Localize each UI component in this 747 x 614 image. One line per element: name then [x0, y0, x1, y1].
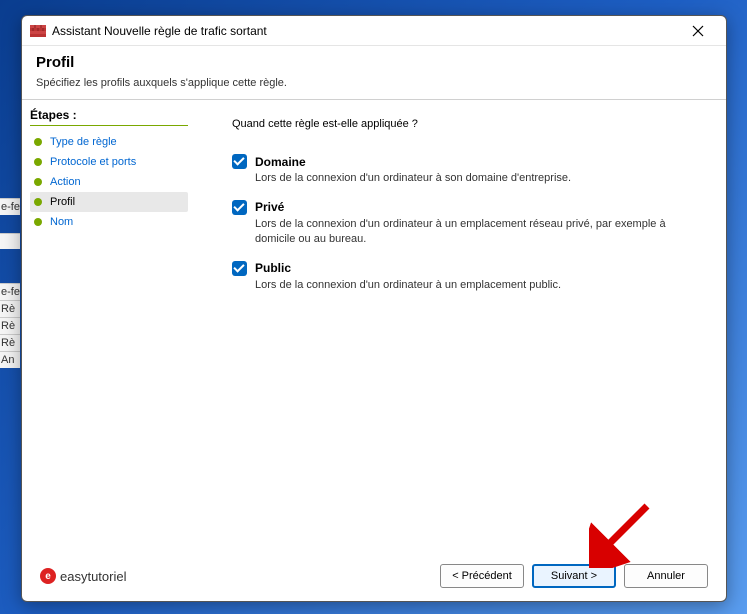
- bg-fragment: [0, 233, 20, 249]
- profile-option-public: Public Lors de la connexion d'un ordinat…: [232, 261, 702, 293]
- footer-bar: e easytutoriel < Précédent Suivant > Ann…: [22, 551, 726, 601]
- page-description: Spécifiez les profils auxquels s'appliqu…: [36, 77, 712, 89]
- step-name[interactable]: Nom: [30, 212, 188, 232]
- close-icon: [692, 25, 704, 37]
- next-button[interactable]: Suivant >: [532, 564, 616, 588]
- logo-text: easytutoriel: [60, 569, 126, 584]
- window-title: Assistant Nouvelle règle de trafic sorta…: [52, 24, 678, 38]
- checkbox-label: Public: [255, 261, 291, 275]
- checkbox-public[interactable]: [232, 261, 247, 276]
- bg-fragment: Rè: [0, 334, 20, 351]
- checkbox-hint: Lors de la connexion d'un ordinateur à u…: [255, 278, 702, 293]
- titlebar: Assistant Nouvelle règle de trafic sorta…: [22, 16, 726, 46]
- bg-fragment: Rè: [0, 317, 20, 334]
- step-profile[interactable]: Profil: [30, 192, 188, 212]
- firewall-icon: [30, 23, 46, 39]
- bg-fragment: e-fe: [0, 198, 20, 215]
- checkbox-label: Domaine: [255, 155, 306, 169]
- main-pane: Quand cette règle est-elle appliquée ? D…: [192, 100, 726, 551]
- checkbox-label: Privé: [255, 200, 284, 214]
- bg-fragment: e-fe: [0, 283, 20, 300]
- bullet-icon: [34, 178, 42, 186]
- steps-heading: Étapes :: [30, 108, 188, 126]
- wizard-dialog: Assistant Nouvelle règle de trafic sorta…: [21, 15, 727, 602]
- close-button[interactable]: [678, 19, 718, 43]
- step-link: Profil: [50, 196, 75, 208]
- step-protocol-ports[interactable]: Protocole et ports: [30, 152, 188, 172]
- step-link: Action: [50, 176, 81, 188]
- step-rule-type[interactable]: Type de règle: [30, 132, 188, 152]
- step-link: Nom: [50, 216, 73, 228]
- bullet-icon: [34, 198, 42, 206]
- logo-badge-icon: e: [40, 568, 56, 584]
- step-link: Type de règle: [50, 136, 117, 148]
- checkbox-hint: Lors de la connexion d'un ordinateur à u…: [255, 217, 702, 247]
- profile-option-private: Privé Lors de la connexion d'un ordinate…: [232, 200, 702, 247]
- header-band: Profil Spécifiez les profils auxquels s'…: [22, 46, 726, 100]
- checkbox-domain[interactable]: [232, 154, 247, 169]
- step-action[interactable]: Action: [30, 172, 188, 192]
- watermark-logo: e easytutoriel: [40, 568, 126, 584]
- page-title: Profil: [36, 54, 712, 71]
- cancel-button[interactable]: Annuler: [624, 564, 708, 588]
- checkbox-private[interactable]: [232, 200, 247, 215]
- bullet-icon: [34, 218, 42, 226]
- bg-fragment: An: [0, 351, 20, 368]
- content-area: Étapes : Type de règle Protocole et port…: [22, 100, 726, 551]
- profile-question: Quand cette règle est-elle appliquée ?: [232, 118, 702, 130]
- profile-option-domain: Domaine Lors de la connexion d'un ordina…: [232, 154, 702, 186]
- step-link: Protocole et ports: [50, 156, 136, 168]
- back-button[interactable]: < Précédent: [440, 564, 524, 588]
- checkbox-hint: Lors de la connexion d'un ordinateur à s…: [255, 171, 702, 186]
- steps-pane: Étapes : Type de règle Protocole et port…: [22, 100, 192, 551]
- bullet-icon: [34, 138, 42, 146]
- bg-fragment: Rè: [0, 300, 20, 317]
- bullet-icon: [34, 158, 42, 166]
